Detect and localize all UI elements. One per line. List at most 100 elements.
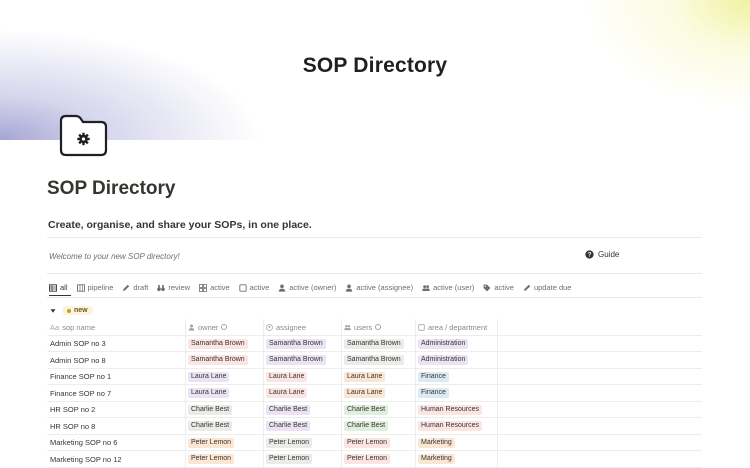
column-header-name[interactable]: Aa sop name — [47, 319, 185, 336]
column-header-area[interactable]: area / department — [415, 319, 497, 336]
area-cell[interactable]: Finance — [415, 385, 497, 402]
group-label: new — [74, 307, 88, 314]
assignee-cell[interactable]: Laura Lane — [263, 385, 341, 402]
owner-cell[interactable]: Peter Lemon — [185, 451, 263, 468]
users-cell[interactable]: Charlie Best — [341, 402, 415, 419]
column-label: assignee — [276, 322, 307, 332]
owner-cell[interactable]: Peter Lemon — [185, 435, 263, 452]
column-divider — [185, 319, 186, 468]
divider — [47, 273, 702, 274]
sop-name-cell[interactable]: HR SOP no 2 — [47, 402, 185, 419]
tab-active-owner[interactable]: active (owner) — [278, 283, 336, 292]
users-cell[interactable]: Charlie Best — [341, 418, 415, 435]
table-row[interactable]: Finance SOP no 7 Laura Lane Laura Lane Laur… — [47, 385, 702, 402]
assignee-cell[interactable]: Samantha Brown — [263, 352, 341, 369]
tab-label: active — [494, 283, 514, 292]
owner-cell[interactable]: Charlie Best — [185, 402, 263, 419]
checkbox-icon — [418, 324, 425, 331]
users-cell[interactable]: Peter Lemon — [341, 451, 415, 468]
area-cell[interactable]: Administration — [415, 352, 497, 369]
guide-toggle[interactable]: ? Guide — [585, 250, 619, 259]
owner-tag: Samantha Brown — [188, 355, 248, 366]
assignee-cell[interactable]: Charlie Best — [263, 418, 341, 435]
tab-all[interactable]: all — [49, 283, 68, 292]
page-subtitle: Create, organise, and share your SOPs, i… — [48, 219, 312, 231]
tab-label: active (assignee) — [356, 283, 414, 292]
tab-label: pipeline — [87, 283, 114, 292]
users-tag: Charlie Best — [344, 404, 389, 415]
caret-down-icon[interactable] — [50, 308, 56, 314]
assignee-cell[interactable]: Samantha Brown — [263, 336, 341, 353]
person-circle-icon — [266, 323, 273, 331]
area-tag: Finance — [418, 388, 449, 399]
owner-cell[interactable]: Samantha Brown — [185, 336, 263, 353]
question-circle-icon: ? — [585, 250, 594, 259]
tab-active-checklist[interactable]: active — [239, 283, 269, 292]
users-cell[interactable]: Peter Lemon — [341, 435, 415, 452]
area-cell[interactable]: Human Resources — [415, 402, 497, 419]
board-icon — [76, 283, 85, 292]
owner-cell[interactable]: Charlie Best — [185, 418, 263, 435]
users-cell[interactable]: Laura Lane — [341, 385, 415, 402]
users-cell[interactable]: Samantha Brown — [341, 352, 415, 369]
area-cell[interactable]: Marketing — [415, 451, 497, 468]
area-cell[interactable]: Administration — [415, 336, 497, 353]
table-row[interactable]: HR SOP no 8 Charlie Best Charlie Best Charl… — [47, 418, 702, 435]
area-cell[interactable]: Human Resources — [415, 418, 497, 435]
tab-label: review — [168, 283, 191, 292]
owner-cell[interactable]: Laura Lane — [185, 385, 263, 402]
tab-active-gallery[interactable]: active — [199, 283, 230, 292]
pencil-icon — [523, 284, 531, 291]
table-row[interactable]: HR SOP no 2 Charlie Best Charlie Best Charl… — [47, 402, 702, 419]
assignee-cell[interactable]: Charlie Best — [263, 402, 341, 419]
sop-name-cell[interactable]: Admin SOP no 3 — [47, 336, 185, 353]
binoculars-icon — [157, 284, 166, 291]
users-tag: Peter Lemon — [344, 454, 391, 465]
info-icon — [221, 324, 228, 331]
area-cell[interactable]: Finance — [415, 369, 497, 386]
tab-label: active (owner) — [289, 283, 337, 292]
table-row[interactable]: Marketing SOP no 12 Peter Lemon Peter Lemo… — [47, 451, 702, 468]
owner-tag: Samantha Brown — [188, 338, 248, 349]
sop-name-cell[interactable]: Admin SOP no 8 — [47, 352, 185, 369]
sop-name-cell[interactable]: Finance SOP no 7 — [47, 385, 185, 402]
person-icon — [188, 324, 195, 331]
owner-tag: Laura Lane — [188, 388, 230, 399]
table-row[interactable]: Admin SOP no 8 Samantha Brown Samantha Bro… — [47, 352, 702, 369]
users-cell[interactable]: Samantha Brown — [341, 336, 415, 353]
assignee-cell[interactable]: Peter Lemon — [263, 435, 341, 452]
guide-label: Guide — [598, 250, 620, 259]
group-header-new[interactable]: new — [50, 306, 93, 315]
tab-pipeline[interactable]: pipeline — [76, 283, 114, 292]
sop-name-cell[interactable]: HR SOP no 8 — [47, 418, 185, 435]
tab-active-user[interactable]: active (user) — [422, 283, 474, 292]
owner-cell[interactable]: Laura Lane — [185, 369, 263, 386]
sop-name-cell[interactable]: Marketing SOP no 12 — [47, 451, 185, 468]
tab-label: all — [60, 283, 68, 292]
assignee-cell[interactable]: Peter Lemon — [263, 451, 341, 468]
column-header-assignee[interactable]: assignee — [263, 319, 341, 336]
tab-active-tag[interactable]: active — [483, 283, 514, 292]
table-row[interactable]: Finance SOP no 1 Laura Lane Laura Lane Laur… — [47, 369, 702, 386]
folder-gear-icon[interactable] — [57, 113, 109, 158]
users-tag: Peter Lemon — [344, 437, 391, 448]
area-cell[interactable]: Marketing — [415, 435, 497, 452]
users-cell[interactable]: Laura Lane — [341, 369, 415, 386]
column-divider — [415, 319, 416, 468]
tab-label: active — [210, 283, 230, 292]
column-header-users[interactable]: users — [341, 319, 415, 336]
table-row[interactable]: Marketing SOP no 6 Peter Lemon Peter Lemon… — [47, 435, 702, 452]
area-tag: Finance — [418, 371, 449, 382]
tab-update-due[interactable]: update due — [523, 283, 571, 292]
assignee-tag: Samantha Brown — [266, 355, 326, 366]
sop-name-cell[interactable]: Finance SOP no 1 — [47, 369, 185, 386]
column-header-owner[interactable]: owner — [185, 319, 263, 336]
tab-active-assignee[interactable]: active (assignee) — [345, 283, 413, 292]
assignee-tag: Charlie Best — [266, 421, 311, 432]
tab-draft[interactable]: draft — [122, 283, 148, 292]
sop-name-cell[interactable]: Marketing SOP no 6 — [47, 435, 185, 452]
owner-cell[interactable]: Samantha Brown — [185, 352, 263, 369]
tab-review[interactable]: review — [157, 283, 190, 292]
table-row[interactable]: Admin SOP no 3 Samantha Brown Samantha Bro… — [47, 336, 702, 353]
assignee-cell[interactable]: Laura Lane — [263, 369, 341, 386]
